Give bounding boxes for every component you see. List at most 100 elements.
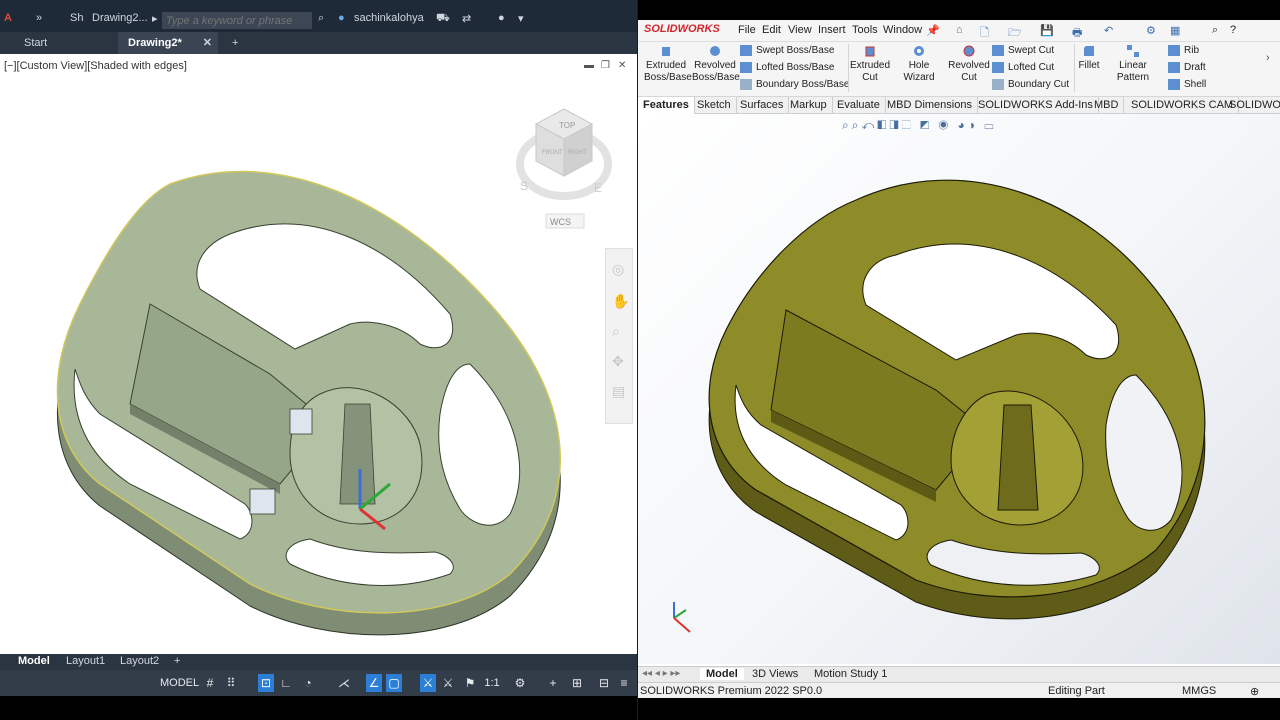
- units-icon[interactable]: ⊞: [569, 674, 585, 692]
- menu-view[interactable]: View: [788, 24, 812, 36]
- dynamic-annotation-icon[interactable]: ◨: [889, 118, 901, 132]
- previous-view-icon[interactable]: ↶: [861, 118, 877, 132]
- add-layout-button[interactable]: +: [174, 655, 180, 667]
- infer-constraints-icon[interactable]: ⊡: [258, 674, 274, 692]
- appearance-icon[interactable]: ◕: [958, 118, 968, 132]
- plus-icon[interactable]: +: [545, 674, 561, 692]
- linear-pattern-button[interactable]: Linear Pattern: [1104, 44, 1162, 84]
- search-input[interactable]: [162, 12, 312, 29]
- fillet-button[interactable]: Fillet: [1076, 44, 1102, 72]
- layout-tab-layout2[interactable]: Layout2: [120, 655, 159, 667]
- boundary-boss-button[interactable]: Boundary Boss/Base: [740, 79, 849, 90]
- tab-sketch[interactable]: Sketch: [692, 97, 737, 114]
- tab-solidworks-more[interactable]: SOLIDWO...: [1224, 97, 1280, 114]
- tab-start[interactable]: Start: [14, 32, 57, 54]
- restore-icon[interactable]: ❐: [601, 60, 610, 71]
- shell-button[interactable]: Shell: [1168, 79, 1206, 90]
- cart-icon[interactable]: ⛟: [436, 12, 450, 26]
- customize-icon[interactable]: ≡: [616, 674, 632, 692]
- pan-icon[interactable]: ✋: [612, 293, 629, 310]
- search-icon[interactable]: ⌕: [318, 12, 324, 25]
- tab-scroll-icon[interactable]: ◂◂ ◂ ▸ ▸▸: [642, 668, 680, 679]
- orbit-icon[interactable]: ✥: [612, 353, 624, 370]
- help-icon[interactable]: ?: [1230, 24, 1236, 36]
- zoom-icon[interactable]: ⌕: [612, 323, 620, 340]
- draft-button[interactable]: Draft: [1168, 62, 1206, 73]
- tab-mbd-dimensions[interactable]: MBD Dimensions: [882, 97, 978, 114]
- view-settings-icon[interactable]: ▭: [984, 118, 996, 132]
- solidworks-3d-model[interactable]: [686, 160, 1226, 680]
- units-label[interactable]: MMGS: [1182, 685, 1216, 697]
- extruded-cut-button[interactable]: Extruded Cut: [850, 44, 890, 84]
- autoscale-icon[interactable]: ⚔: [440, 674, 456, 692]
- lofted-boss-button[interactable]: Lofted Boss/Base: [740, 62, 834, 73]
- tab-evaluate[interactable]: Evaluate: [832, 97, 886, 114]
- annotation-visibility-icon[interactable]: ⚔: [420, 674, 436, 692]
- menu-edit[interactable]: Edit: [762, 24, 781, 36]
- osnap-tracking-icon[interactable]: ∠: [366, 674, 382, 692]
- gear-icon[interactable]: ⚙: [512, 674, 528, 692]
- undo-icon[interactable]: ↶: [1104, 24, 1113, 37]
- zoom-area-icon[interactable]: ⌕: [852, 118, 862, 132]
- lofted-cut-button[interactable]: Lofted Cut: [992, 62, 1054, 73]
- swept-boss-button[interactable]: Swept Boss/Base: [740, 45, 834, 56]
- close-viewport-icon[interactable]: ✕: [618, 60, 626, 71]
- rebuild-icon[interactable]: ▦: [1170, 24, 1180, 37]
- user-icon[interactable]: ●: [338, 12, 345, 24]
- boundary-cut-button[interactable]: Boundary Cut: [992, 79, 1069, 90]
- tab-features[interactable]: Features: [638, 97, 695, 114]
- steering-wheel-icon[interactable]: ◎: [612, 261, 624, 278]
- viewport-controls[interactable]: [−][Custom View][Shaded with edges]: [4, 60, 187, 72]
- model-space-button[interactable]: MODEL: [160, 674, 199, 692]
- username[interactable]: sachinkalohya: [354, 12, 424, 24]
- tab-motion-study-1[interactable]: Motion Study 1: [814, 668, 887, 680]
- open-icon[interactable]: 🗁: [1008, 24, 1022, 43]
- swept-cut-button[interactable]: Swept Cut: [992, 45, 1054, 56]
- scale-value[interactable]: 1:1: [484, 674, 500, 692]
- solidworks-graphics-area[interactable]: ⌕⌕↶◧◨⬚ ◩ ◉ ◕◑ ▭: [638, 114, 1280, 664]
- isodraft-icon[interactable]: ⋌: [336, 674, 352, 692]
- grid-icon[interactable]: #: [202, 674, 218, 692]
- tab-solidworks-addins[interactable]: SOLIDWORKS Add-Ins: [973, 97, 1099, 114]
- layout-tab-layout1[interactable]: Layout1: [66, 655, 105, 667]
- scene-icon[interactable]: ◑: [968, 118, 978, 132]
- expand-icon[interactable]: »: [36, 12, 42, 24]
- expand-ribbon-icon[interactable]: ›: [1266, 52, 1270, 64]
- close-icon[interactable]: ✕: [203, 36, 212, 49]
- section-view-icon[interactable]: ◧: [877, 118, 889, 132]
- tab-3d-views[interactable]: 3D Views: [752, 668, 798, 680]
- options-icon[interactable]: ⚙: [1146, 24, 1156, 37]
- revolved-cut-button[interactable]: Revolved Cut: [948, 44, 990, 84]
- display-style-icon[interactable]: ◩: [920, 118, 932, 132]
- tab-drawing2[interactable]: Drawing2* ✕: [118, 32, 218, 54]
- hide-show-icon[interactable]: ◉: [939, 118, 952, 132]
- layout-tab-model[interactable]: Model: [18, 655, 50, 667]
- minimize-icon[interactable]: ▬: [584, 60, 594, 71]
- chevron-down-icon[interactable]: ▾: [518, 12, 524, 25]
- menu-window[interactable]: Window: [883, 24, 922, 36]
- view-orientation-icon[interactable]: ⬚: [902, 118, 914, 132]
- search-commands-icon[interactable]: ⌕: [1212, 24, 1218, 37]
- zoom-to-fit-icon[interactable]: ⌕: [842, 118, 852, 132]
- tab-solidworks-cam[interactable]: SOLIDWORKS CAM: [1126, 97, 1240, 114]
- print-icon[interactable]: 🖶: [1072, 24, 1082, 43]
- menu-tools[interactable]: Tools: [852, 24, 878, 36]
- new-tab-button[interactable]: +: [222, 32, 248, 54]
- clean-screen-icon[interactable]: ⊟: [596, 674, 612, 692]
- menu-insert[interactable]: Insert: [818, 24, 846, 36]
- rib-button[interactable]: Rib: [1168, 45, 1199, 56]
- showmotion-icon[interactable]: ▤: [612, 383, 625, 400]
- annotation-scale-icon[interactable]: ⚑: [462, 674, 478, 692]
- save-icon[interactable]: 💾: [1040, 24, 1054, 37]
- snap-icon[interactable]: ⠿: [223, 674, 239, 692]
- ortho-icon[interactable]: ∟: [278, 674, 294, 692]
- tab-surfaces[interactable]: Surfaces: [735, 97, 790, 114]
- tab-markup[interactable]: Markup: [785, 97, 833, 114]
- autocad-viewport[interactable]: [−][Custom View][Shaded with edges] ▬ ❐ …: [0, 54, 637, 654]
- customize-status-icon[interactable]: ⊕: [1250, 685, 1259, 698]
- hole-wizard-button[interactable]: Hole Wizard: [892, 44, 946, 84]
- help-icon[interactable]: ●: [498, 12, 505, 24]
- autocad-logo[interactable]: A: [4, 12, 12, 24]
- tab-model[interactable]: Model: [700, 668, 744, 680]
- revolved-boss-button[interactable]: Revolved Boss/Base: [692, 44, 740, 84]
